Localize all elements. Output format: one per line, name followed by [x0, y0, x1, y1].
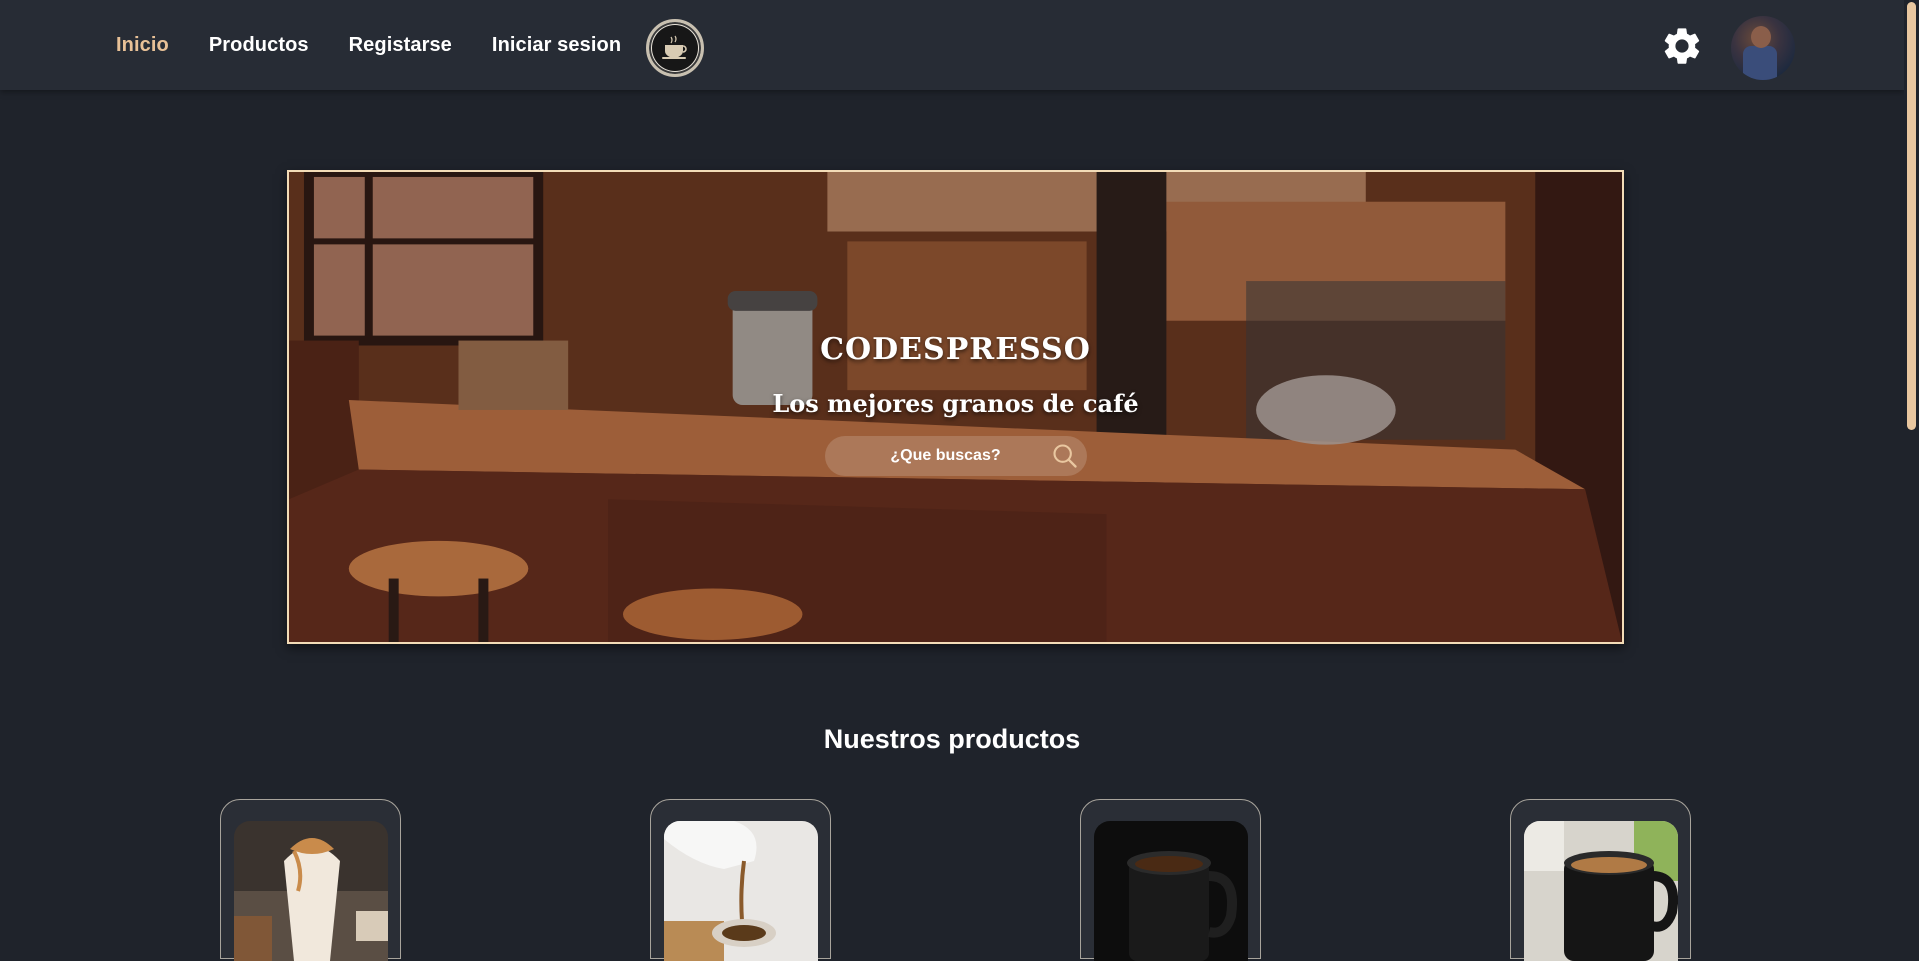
user-avatar[interactable] [1731, 16, 1795, 80]
product-image-black-coffee-mug [1094, 821, 1248, 961]
nav-link-iniciar-sesion[interactable]: Iniciar sesion [492, 34, 621, 57]
product-image-coffee-mug-window [1524, 821, 1678, 961]
search-input[interactable] [824, 436, 1087, 476]
product-card-4[interactable] [1510, 799, 1691, 961]
search-box [824, 436, 1087, 476]
product-card-2[interactable] [650, 799, 831, 961]
nav-link-registarse[interactable]: Registarse [349, 34, 452, 57]
product-card-3[interactable] [1080, 799, 1261, 961]
gear-icon[interactable] [1660, 24, 1704, 68]
nav-link-inicio[interactable]: Inicio [116, 34, 169, 57]
search-icon[interactable] [1051, 442, 1079, 470]
hero-banner: CODESPRESSO Los mejores granos de café [287, 170, 1624, 644]
navbar: Inicio Productos Registarse Iniciar sesi… [0, 0, 1904, 90]
logo-badge [652, 25, 698, 71]
product-card-1[interactable] [220, 799, 401, 961]
scrollbar-thumb[interactable] [1907, 2, 1916, 430]
coffee-cup-icon [662, 35, 687, 59]
product-image-caramel-frappe [234, 821, 388, 961]
product-image-pouring-coffee [664, 821, 818, 961]
products-section-title: Nuestros productos [823, 724, 1081, 754]
nav-links: Inicio Productos Registarse Iniciar sesi… [116, 0, 661, 90]
nav-link-productos[interactable]: Productos [209, 34, 309, 57]
hero-content: CODESPRESSO Los mejores granos de café [289, 172, 1622, 642]
avatar-head [1751, 26, 1771, 48]
hero-subtitle: Los mejores granos de café [772, 389, 1139, 418]
coffee-cup-logo[interactable] [646, 19, 704, 77]
hero-title: CODESPRESSO [820, 332, 1091, 367]
avatar-shirt [1743, 46, 1777, 80]
